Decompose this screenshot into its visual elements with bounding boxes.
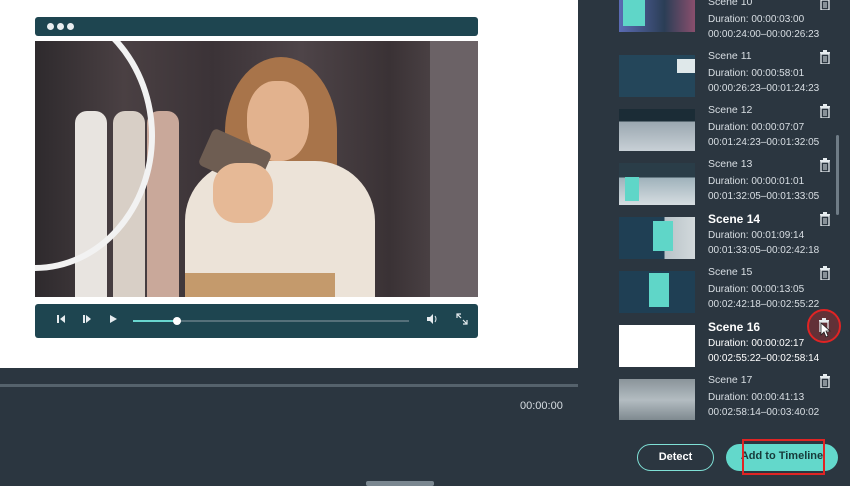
window-dot xyxy=(47,23,54,30)
list-item[interactable]: Scene 15 Duration: 00:00:13:05 00:02:42:… xyxy=(595,266,835,320)
scene-name: Scene 12 xyxy=(708,104,753,116)
scene-thumbnail xyxy=(619,325,695,367)
scene-name: Scene 14 xyxy=(708,212,761,226)
scene-name: Scene 13 xyxy=(708,158,753,170)
resize-handle[interactable] xyxy=(366,481,434,486)
scene-range: 00:00:26:23–00:01:24:23 xyxy=(708,83,820,94)
trash-icon[interactable] xyxy=(819,212,831,226)
scene-range: 00:00:24:00–00:00:26:23 xyxy=(708,29,820,40)
step-back-icon[interactable] xyxy=(53,313,69,329)
scene-duration: Duration: 00:00:01:01 xyxy=(708,176,805,187)
play-icon[interactable] xyxy=(105,313,121,329)
current-time: 00:00:00 xyxy=(520,400,563,412)
scene-duration: Duration: 00:00:41:13 xyxy=(708,392,805,403)
scene-thumbnail xyxy=(619,379,695,420)
scene-range: 00:01:24:23–00:01:32:05 xyxy=(708,137,820,148)
scene-name: Scene 10 xyxy=(708,0,753,8)
list-item[interactable]: Scene 17 Duration: 00:00:41:13 00:02:58:… xyxy=(595,374,835,420)
list-item[interactable]: Scene 14 Duration: 00:01:09:14 00:01:33:… xyxy=(595,212,835,266)
scene-name: Scene 16 xyxy=(708,320,761,334)
scene-duration: Duration: 00:00:02:17 xyxy=(708,338,805,349)
highlight-box xyxy=(742,439,825,475)
scene-name: Scene 11 xyxy=(708,50,752,62)
progress-knob[interactable] xyxy=(173,317,182,325)
scene-thumbnail xyxy=(619,0,695,32)
scene-thumbnail xyxy=(619,109,695,151)
video-preview[interactable] xyxy=(35,41,478,297)
progress-fill xyxy=(133,320,178,322)
scene-name: Scene 17 xyxy=(708,374,753,386)
scene-list-scrollbar[interactable] xyxy=(836,135,839,215)
scene-thumbnail xyxy=(619,217,695,259)
fullscreen-icon[interactable] xyxy=(454,313,470,329)
list-item[interactable]: Scene 11 Duration: 00:00:58:01 00:00:26:… xyxy=(595,50,835,104)
preview-area xyxy=(0,0,578,368)
scene-detection-window: 00:00:00 Scene 10 Duration: 00:00:03:00 … xyxy=(0,0,850,486)
scene-range: 00:02:55:22–00:02:58:14 xyxy=(708,353,820,364)
player-title-bar xyxy=(35,17,478,36)
list-item[interactable]: Scene 10 Duration: 00:00:03:00 00:00:24:… xyxy=(595,0,835,50)
playback-controls xyxy=(35,304,478,338)
wall-background xyxy=(430,41,478,297)
scene-thumbnail xyxy=(619,271,695,313)
cardboard-box xyxy=(185,273,335,297)
timeline-scrubber[interactable] xyxy=(0,384,578,387)
trash-icon[interactable] xyxy=(819,50,831,64)
scene-list: Scene 10 Duration: 00:00:03:00 00:00:24:… xyxy=(595,0,845,420)
window-dot xyxy=(67,23,74,30)
window-dot xyxy=(57,23,64,30)
scene-duration: Duration: 00:00:13:05 xyxy=(708,284,805,295)
trash-icon[interactable] xyxy=(819,266,831,280)
list-item-selected[interactable]: Scene 16 Duration: 00:00:02:17 00:02:55:… xyxy=(595,320,835,374)
scene-range: 00:01:33:05–00:02:42:18 xyxy=(708,245,820,256)
scene-range: 00:02:58:14–00:03:40:02 xyxy=(708,407,820,418)
scene-range: 00:01:32:05–00:01:33:05 xyxy=(708,191,820,202)
scene-thumbnail xyxy=(619,163,695,205)
playback-progress-bar[interactable] xyxy=(133,317,409,325)
scene-thumbnail xyxy=(619,55,695,97)
detect-button[interactable]: Detect xyxy=(637,444,714,471)
trash-icon[interactable] xyxy=(819,104,831,118)
trash-icon[interactable] xyxy=(819,158,831,172)
mouse-cursor-icon xyxy=(820,322,832,338)
scene-duration: Duration: 00:00:58:01 xyxy=(708,68,805,79)
trash-icon[interactable] xyxy=(819,374,831,388)
volume-icon[interactable] xyxy=(424,313,440,329)
list-item[interactable]: Scene 12 Duration: 00:00:07:07 00:01:24:… xyxy=(595,104,835,158)
scene-name: Scene 15 xyxy=(708,266,753,278)
person-hands xyxy=(213,163,273,223)
scene-duration: Duration: 00:00:03:00 xyxy=(708,14,805,25)
scene-range: 00:02:42:18–00:02:55:22 xyxy=(708,299,820,310)
list-item[interactable]: Scene 13 Duration: 00:00:01:01 00:01:32:… xyxy=(595,158,835,212)
step-forward-icon[interactable] xyxy=(79,313,95,329)
scene-duration: Duration: 00:00:07:07 xyxy=(708,122,805,133)
scene-duration: Duration: 00:01:09:14 xyxy=(708,230,805,241)
trash-icon[interactable] xyxy=(819,0,831,10)
